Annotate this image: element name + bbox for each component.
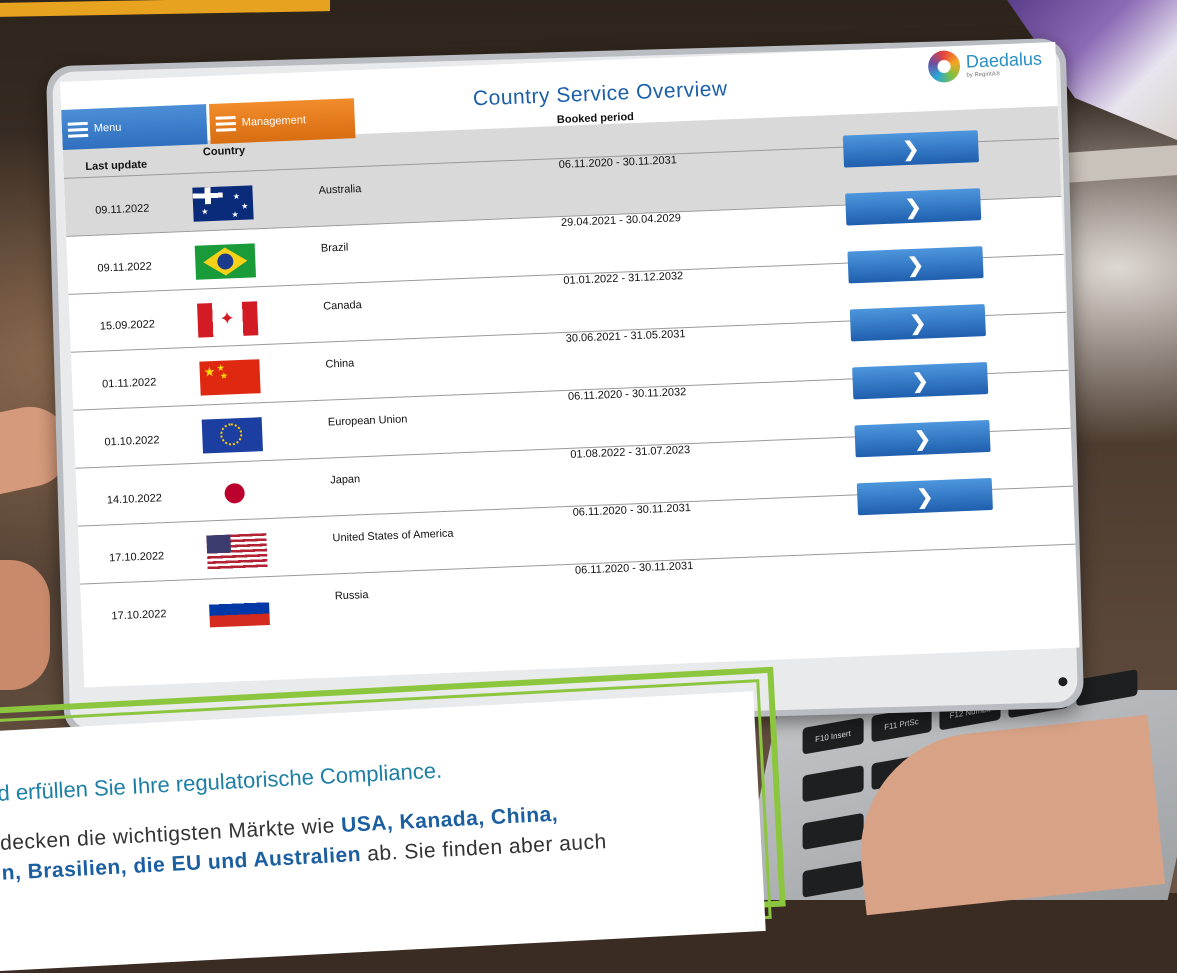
open-country-button[interactable]: ❯: [856, 477, 993, 516]
management-button[interactable]: Management: [209, 98, 356, 145]
country-cell: Canada: [322, 299, 362, 313]
china-flag-icon: ★ ★ ★: [199, 359, 261, 397]
booked-period-cell: 06.11.2020 - 30.11.2031: [574, 559, 694, 577]
booked-period-cell: 30.06.2021 - 31.05.2031: [565, 328, 686, 345]
booked-period-cell: 01.01.2022 - 31.12.2032: [563, 270, 684, 287]
chevron-right-icon: ❯: [913, 427, 932, 451]
chevron-right-icon: ❯: [909, 311, 927, 335]
last-update-cell: 01.11.2022: [101, 376, 157, 391]
country-cell: Russia: [334, 589, 369, 603]
country-cell: European Union: [327, 413, 408, 429]
booked-period-cell: 06.11.2020 - 30.11.2032: [567, 386, 687, 403]
open-country-button[interactable]: ❯: [849, 304, 986, 342]
open-country-button[interactable]: ❯: [842, 130, 979, 168]
menu-button-label: Menu: [93, 121, 122, 135]
list-icon: [215, 115, 237, 132]
keyboard-key: [802, 812, 864, 850]
booked-period-cell: 01.08.2022 - 31.07.2023: [570, 444, 691, 461]
brazil-flag-icon: [194, 243, 256, 281]
info-card: d erfüllen Sie Ihre regulatorische Compl…: [0, 691, 766, 973]
app-screen: Menu Management Country Service Overview…: [60, 42, 1080, 688]
daedalus-logo-icon: [927, 49, 961, 84]
last-update-cell: 09.11.2022: [94, 202, 150, 217]
eu-flag-icon: [201, 417, 263, 455]
last-update-cell: 14.10.2022: [106, 492, 163, 507]
card-text-bold: USA, Kanada, China,: [340, 802, 559, 837]
logo-name: Daedalus: [965, 48, 1043, 72]
last-update-cell: 01.10.2022: [104, 434, 160, 449]
country-cell: Japan: [329, 473, 361, 487]
country-table: 09.11.2022 ★ ★ ★ ★ Australia 06.11.2020 - 30.1…: [63, 130, 1078, 642]
russia-flag-icon: [208, 591, 270, 629]
card-text: ab. Sie finden aber auch: [360, 830, 608, 866]
country-cell: China: [325, 357, 355, 371]
chevron-right-icon: ❯: [902, 138, 920, 161]
open-country-button[interactable]: ❯: [852, 362, 989, 400]
japan-flag-icon: [203, 475, 266, 513]
last-update-cell: 09.11.2022: [97, 260, 152, 275]
country-cell: Australia: [318, 182, 362, 197]
chevron-right-icon: ❯: [916, 485, 934, 509]
last-update-cell: 15.09.2022: [99, 318, 156, 333]
canada-flag-icon: ✦: [197, 301, 259, 339]
booked-period-cell: 06.11.2020 - 30.11.2031: [572, 502, 692, 519]
keyboard-key: [802, 860, 864, 898]
left-hand: [0, 560, 50, 690]
australia-flag-icon: ★ ★ ★ ★: [192, 185, 254, 223]
management-button-label: Management: [241, 114, 307, 129]
daedalus-logo: Daedalus by RegintA®: [927, 47, 1042, 84]
country-cell: United States of America: [332, 527, 454, 545]
country-cell: Brazil: [320, 241, 349, 255]
open-country-button[interactable]: ❯: [845, 188, 982, 226]
keyboard-key: [802, 765, 864, 803]
booked-period-cell: 29.04.2021 - 30.04.2029: [560, 212, 682, 230]
menu-button[interactable]: Menu: [61, 104, 208, 150]
header-last-update: Last update: [85, 158, 148, 174]
open-country-button[interactable]: ❯: [847, 246, 984, 284]
usa-flag-icon: [206, 533, 268, 571]
chevron-right-icon: ❯: [904, 196, 923, 219]
hamburger-icon: [67, 121, 89, 138]
chevron-right-icon: ❯: [911, 369, 930, 393]
last-update-cell: 17.10.2022: [108, 550, 165, 565]
last-update-cell: 17.10.2022: [111, 608, 167, 623]
open-country-button[interactable]: ❯: [854, 419, 991, 458]
header-country: Country: [202, 144, 246, 159]
booked-period-cell: 06.11.2020 - 30.11.2031: [558, 154, 678, 172]
chevron-right-icon: ❯: [906, 253, 925, 277]
card-body: decken die wichtigsten Märkte wie USA, K…: [0, 789, 761, 889]
